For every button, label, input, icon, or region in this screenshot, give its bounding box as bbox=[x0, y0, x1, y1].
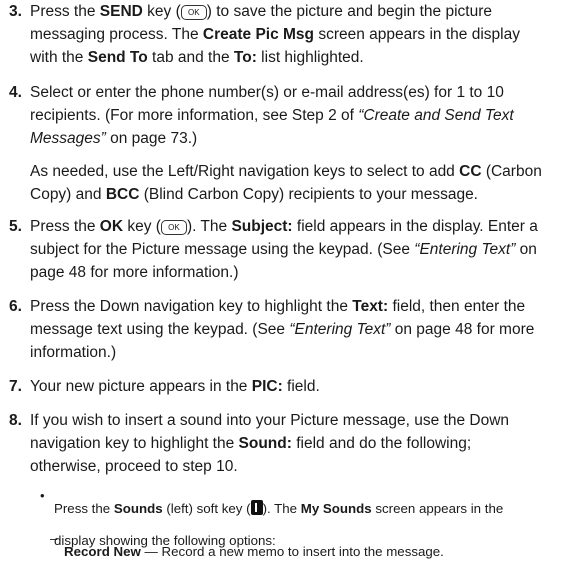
step-number: 8. bbox=[9, 412, 22, 429]
step-4: 4. Select or enter the phone number(s) o… bbox=[0, 81, 585, 206]
text-line: otherwise, proceed to step 10. bbox=[30, 458, 238, 475]
text-line: Press the SEND key (OK) to save the pict… bbox=[30, 3, 492, 20]
text-line: with the Send To tab and the To: list hi… bbox=[30, 49, 364, 66]
text-line: Press the Down navigation key to highlig… bbox=[30, 298, 526, 315]
step-number: 7. bbox=[9, 378, 22, 395]
text-line: Select or enter the phone number(s) or e… bbox=[30, 84, 504, 101]
text-line: Your new picture appears in the PIC: fie… bbox=[30, 378, 320, 395]
text-line: Record New — Record a new memo to insert… bbox=[64, 544, 444, 560]
step-number: 5. bbox=[9, 218, 22, 235]
sub-bullet-text: Record New — Record a new memo to insert… bbox=[64, 530, 579, 575]
step-text-continued: As needed, use the Left/Right navigation… bbox=[30, 160, 579, 206]
manual-page: 3. Press the SEND key (OK) to save the p… bbox=[0, 0, 585, 563]
step-8: 8. If you wish to insert a sound into yo… bbox=[0, 409, 585, 481]
text-line: If you wish to insert a sound into your … bbox=[30, 412, 510, 429]
step-number: 4. bbox=[9, 84, 22, 101]
text-line: As needed, use the Left/Right navigation… bbox=[30, 163, 542, 180]
ok-key-icon: OK bbox=[160, 220, 187, 235]
left-soft-key-icon bbox=[250, 500, 263, 516]
sub-bullet-dash: – bbox=[50, 531, 58, 546]
text-line: message text using the keypad. (See “Ent… bbox=[30, 321, 535, 338]
step-6: 6. Press the Down navigation key to high… bbox=[0, 295, 585, 367]
step-text: Press the SEND key (OK) to save the pict… bbox=[30, 0, 579, 69]
text-line: page 48 for more information.) bbox=[30, 264, 239, 281]
step-5: 5. Press the OK key (OK). The Subject: f… bbox=[0, 215, 585, 287]
step-number: 3. bbox=[9, 3, 22, 20]
step-text: Press the Down navigation key to highlig… bbox=[30, 295, 579, 364]
text-line: Press the OK key (OK). The Subject: fiel… bbox=[30, 218, 538, 235]
text-line: Press the Sounds (left) soft key (). The… bbox=[54, 500, 504, 517]
text-line: information.) bbox=[30, 344, 117, 361]
step-text: Select or enter the phone number(s) or e… bbox=[30, 81, 579, 150]
step-text: If you wish to insert a sound into your … bbox=[30, 409, 579, 478]
text-line: Messages” on page 73.) bbox=[30, 130, 198, 147]
step-text: Press the OK key (OK). The Subject: fiel… bbox=[30, 215, 579, 284]
text-line: navigation key to highlight the Sound: f… bbox=[30, 435, 472, 452]
text-line: Copy) and BCC (Blind Carbon Copy) recipi… bbox=[30, 186, 478, 203]
text-line: subject for the Picture message using th… bbox=[30, 241, 537, 258]
step-7: 7. Your new picture appears in the PIC: … bbox=[0, 375, 585, 401]
ok-key-icon: OK bbox=[180, 5, 207, 20]
step-text: Your new picture appears in the PIC: fie… bbox=[30, 375, 579, 398]
bullet-dot: • bbox=[40, 488, 45, 503]
text-line: messaging process. The Create Pic Msg sc… bbox=[30, 26, 520, 43]
text-line: recipients. (For more information, see S… bbox=[30, 107, 514, 124]
step-3: 3. Press the SEND key (OK) to save the p… bbox=[0, 0, 585, 72]
step-number: 6. bbox=[9, 298, 22, 315]
